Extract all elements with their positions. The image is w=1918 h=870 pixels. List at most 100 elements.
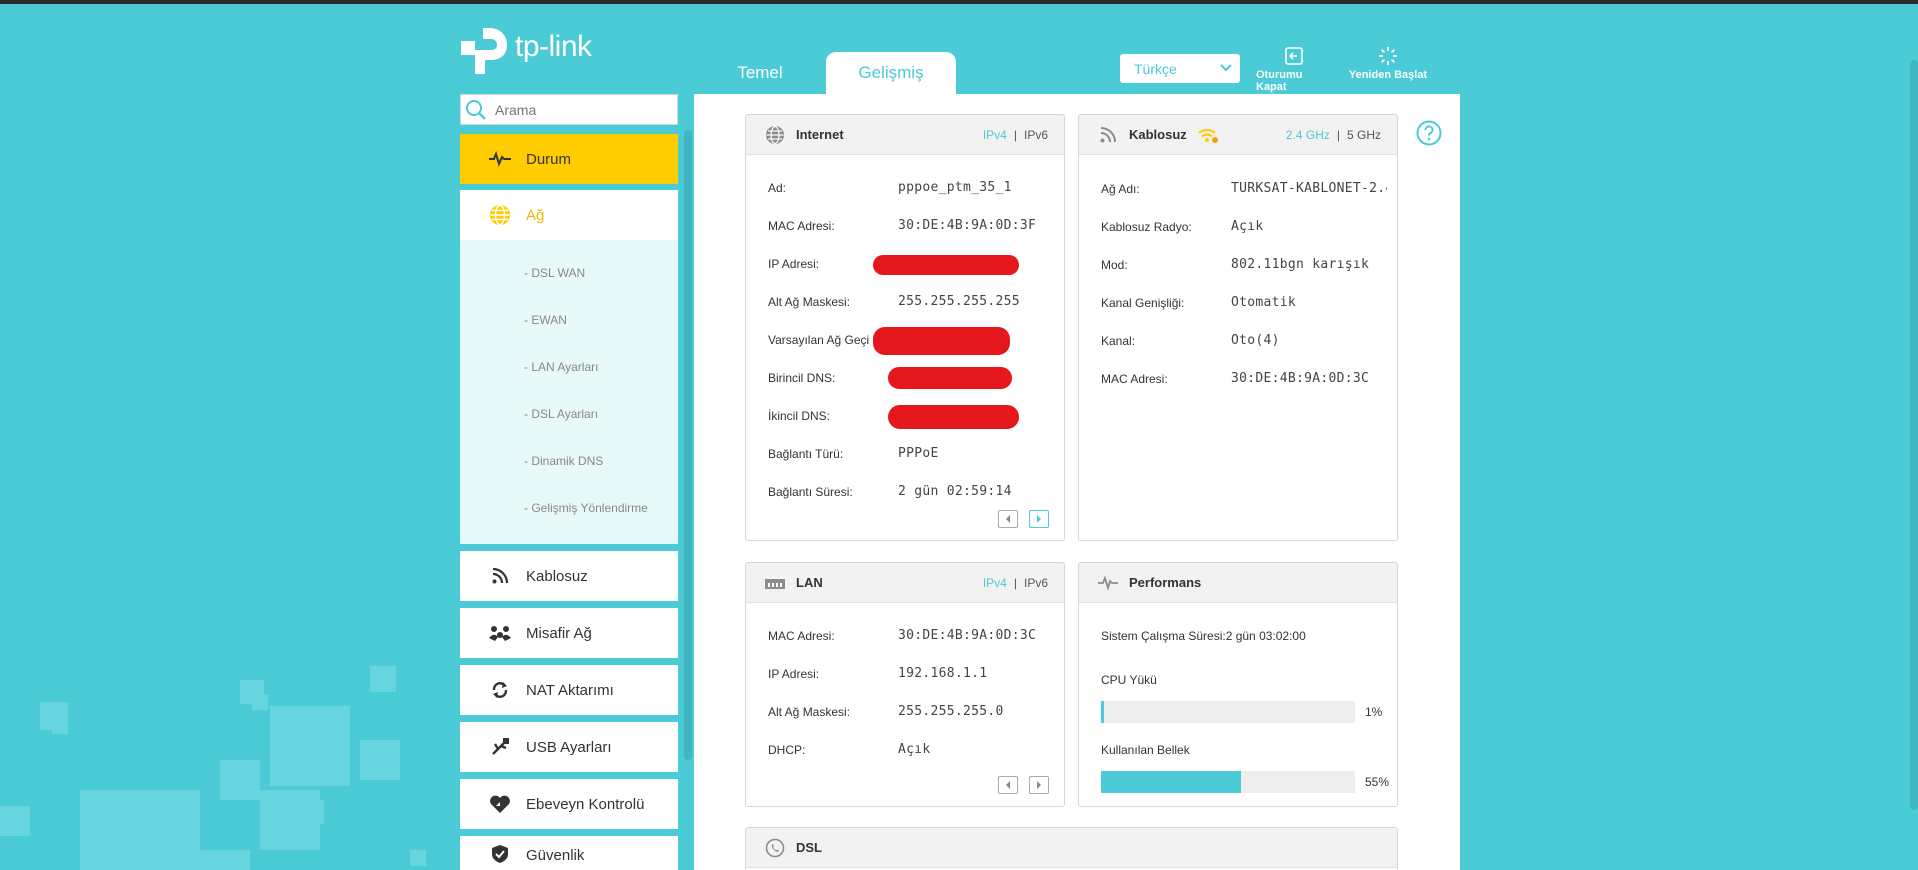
chevron-right-icon [1037, 515, 1041, 523]
lan-tab-ipv4[interactable]: IPv4 [983, 576, 1007, 590]
chevron-left-icon [1006, 781, 1010, 789]
internet-card: Internet IPv4 | IPv6 Ad: pppoe_ptm_35_1 … [745, 114, 1065, 541]
lan-prev-button[interactable] [998, 776, 1018, 794]
internet-card-header: Internet IPv4 | IPv6 [746, 115, 1064, 155]
pulse-icon [488, 147, 512, 171]
wireless-label-mode: Mod: [1101, 258, 1128, 272]
help-icon[interactable] [1416, 120, 1442, 146]
internet-next-button[interactable] [1029, 510, 1049, 528]
submenu-lan-settings[interactable]: - LAN Ayarları [524, 360, 598, 374]
lan-card: LAN IPv4 | IPv6 MAC Adresi: 30:DE:4B:9A:… [745, 562, 1065, 807]
wireless-card-header: Kablosuz 2.4 GHz | 5 GHz [1079, 115, 1397, 155]
internet-prev-button[interactable] [998, 510, 1018, 528]
sidebar-item-label: Kablosuz [526, 567, 588, 585]
tp-link-logo[interactable]: tp-link [459, 24, 592, 76]
wireless-icon [488, 564, 512, 588]
sidebar-item-nat[interactable]: NAT Aktarımı [460, 665, 678, 715]
internet-tab-ipv4[interactable]: IPv4 [983, 128, 1007, 142]
lan-card-header: LAN IPv4 | IPv6 [746, 563, 1064, 603]
sidebar-item-misafir-ag[interactable]: Misafir Ağ [460, 608, 678, 658]
internet-tab-ipv6[interactable]: IPv6 [1024, 128, 1048, 142]
system-uptime: Sistem Çalışma Süresi:2 gün 03:02:00 [1101, 629, 1306, 643]
logout-label: Oturumu Kapat [1256, 69, 1303, 93]
reboot-icon [1379, 47, 1397, 65]
chevron-left-icon [1006, 515, 1010, 523]
internet-value-mac: 30:DE:4B:9A:0D:3F [898, 218, 1037, 233]
wireless-title: Kablosuz [1129, 127, 1187, 142]
sidebar-item-kablosuz[interactable]: Kablosuz [460, 551, 678, 601]
redaction-mark [888, 367, 1012, 389]
wireless-tab-5ghz[interactable]: 5 GHz [1347, 128, 1381, 142]
wireless-tab-24ghz[interactable]: 2.4 GHz [1286, 128, 1330, 142]
sidebar-item-label: NAT Aktarımı [526, 681, 614, 699]
wireless-value-ssid: TURKSAT-KABLONET-2.4 [1231, 181, 1387, 196]
wireless-icon [1097, 124, 1119, 146]
submenu-dynamic-dns[interactable]: - Dinamik DNS [524, 454, 603, 468]
brand-name: tp-link [515, 30, 592, 63]
lan-value-subnet: 255.255.255.0 [898, 704, 1004, 719]
cpu-load-fill [1101, 701, 1104, 723]
sidebar-item-durum[interactable]: Durum [460, 134, 678, 184]
tp-link-logo-icon [461, 28, 507, 74]
cpu-load-bar [1101, 701, 1355, 723]
lan-label-subnet: Alt Ağ Maskesi: [768, 705, 851, 719]
logout-icon [1285, 47, 1303, 65]
guest-network-icon [488, 621, 512, 645]
performance-card-header: Performans [1079, 563, 1397, 603]
tab-temel[interactable]: Temel [720, 52, 800, 94]
search-icon [466, 99, 486, 120]
submenu-ewan[interactable]: - EWAN [524, 313, 567, 327]
submenu-dsl-wan[interactable]: - DSL WAN [524, 266, 585, 280]
globe-icon [488, 203, 512, 227]
page-scrollbar[interactable] [1910, 60, 1918, 810]
sidebar-item-security[interactable]: Güvenlik [460, 836, 678, 870]
lan-label-dhcp: DHCP: [768, 743, 806, 757]
submenu-advanced-routing[interactable]: - Gelişmiş Yönlendirme [524, 501, 648, 515]
lan-value-dhcp: Açık [898, 742, 931, 757]
logout-button[interactable]: Oturumu Kapat [1256, 46, 1332, 93]
reboot-label: Yeniden Başlat [1348, 69, 1428, 81]
nat-icon [488, 678, 512, 702]
submenu-dsl-settings[interactable]: - DSL Ayarları [524, 407, 598, 421]
internet-label-ip: IP Adresi: [768, 257, 820, 271]
dsl-card-header: DSL [746, 828, 1397, 868]
sidebar-item-ag[interactable]: Ağ [460, 190, 678, 240]
dsl-card: DSL [745, 827, 1398, 870]
wireless-value-mac: 30:DE:4B:9A:0D:3C [1231, 371, 1370, 386]
shield-icon [488, 842, 512, 866]
internet-value-duration: 2 gün 02:59:14 [898, 484, 1012, 499]
wifi-status-icon [1197, 124, 1219, 146]
memory-used-fill [1101, 771, 1241, 793]
tab-gelismis[interactable]: Gelişmiş [826, 52, 956, 94]
lan-value-ip: 192.168.1.1 [898, 666, 988, 681]
search-box[interactable] [460, 94, 678, 125]
memory-used-percent: 55% [1365, 775, 1390, 789]
wireless-label-mac: MAC Adresi: [1101, 372, 1168, 386]
sidebar-item-label: USB Ayarları [526, 738, 612, 756]
network-submenu: - DSL WAN - EWAN - LAN Ayarları - DSL Ay… [460, 240, 678, 544]
lan-port-icon [764, 572, 786, 594]
wireless-value-radio: Açık [1231, 219, 1264, 234]
internet-label-mac: MAC Adresi: [768, 219, 835, 233]
performance-card: Performans Sistem Çalışma Süresi:2 gün 0… [1078, 562, 1398, 807]
search-input[interactable] [495, 101, 675, 118]
sidebar-scrollbar[interactable] [684, 130, 692, 760]
lan-tab-ipv6[interactable]: IPv6 [1024, 576, 1048, 590]
reboot-button[interactable]: Yeniden Başlat [1348, 46, 1428, 81]
sidebar-item-usb[interactable]: USB Ayarları [460, 722, 678, 772]
internet-label-duration: Bağlantı Süresi: [768, 485, 853, 499]
wireless-label-ssid: Ağ Adı: [1101, 182, 1140, 196]
lan-next-button[interactable] [1029, 776, 1049, 794]
internet-label-dns2: İkincil DNS: [768, 409, 831, 423]
sidebar-item-label: Misafir Ağ [526, 624, 592, 642]
lan-label-mac: MAC Adresi: [768, 629, 835, 643]
internet-title: Internet [796, 127, 844, 142]
wireless-label-channel: Kanal: [1101, 334, 1136, 348]
lan-title: LAN [796, 575, 823, 590]
chevron-down-icon [1220, 64, 1232, 72]
sidebar-item-parental-control[interactable]: Ebeveyn Kontrolü [460, 779, 678, 829]
internet-value-subnet: 255.255.255.255 [898, 294, 1020, 309]
usb-icon [488, 735, 512, 759]
wireless-value-channel-width: Otomatik [1231, 295, 1297, 310]
language-select[interactable]: Türkçe [1120, 54, 1240, 83]
